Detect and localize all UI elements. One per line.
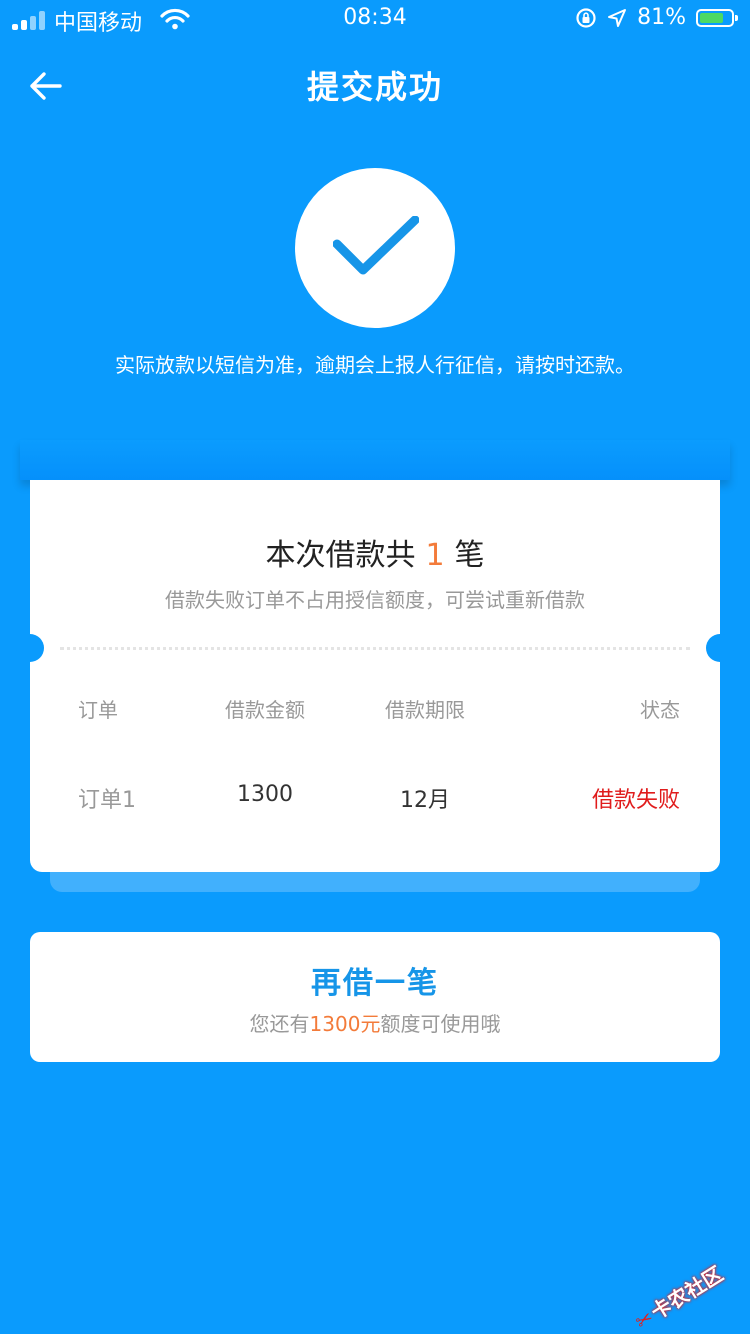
receipt-slot	[20, 440, 730, 480]
status-right: 81%	[575, 5, 738, 30]
header-amount: 借款金额	[225, 698, 305, 722]
check-icon	[333, 216, 419, 275]
header-status: 状态	[640, 698, 680, 722]
rotation-lock-icon	[576, 7, 596, 28]
row-term: 12月	[400, 788, 450, 813]
credit-suffix: 额度可使用哦	[380, 1012, 501, 1036]
nav-bar: 提交成功	[0, 50, 750, 120]
battery-percent: 81%	[637, 5, 686, 30]
ticket-notch-right	[706, 634, 734, 662]
row-status: 借款失败	[591, 788, 680, 813]
row-order: 订单1	[78, 788, 136, 813]
borrow-again-label: 再借一笔	[311, 966, 439, 1001]
watermark-text: 卡农社区	[646, 1261, 728, 1325]
loan-count: 1	[425, 538, 445, 573]
battery-icon	[696, 8, 738, 27]
summary-title-suffix: 笔	[454, 538, 485, 573]
divider	[60, 647, 690, 650]
summary-title-prefix: 本次借款共	[265, 538, 416, 573]
header-term: 借款期限	[385, 698, 465, 722]
borrow-again-button[interactable]: 再借一笔 您还有1300元额度可使用哦	[30, 932, 720, 1062]
remaining-credit-text: 您还有1300元额度可使用哦	[30, 1008, 720, 1037]
credit-amount: 1300元	[309, 1012, 381, 1036]
location-icon	[608, 8, 627, 27]
summary-subtitle: 借款失败订单不占用授信额度，可尝试重新借款	[165, 588, 585, 612]
watermark-logo: ✂卡农社区	[629, 1252, 746, 1334]
page: 中国移动 08:34 81% 提交成功 实际放款以短信为准，逾期会上报人行征信，…	[0, 0, 750, 1334]
header-order: 订单	[78, 698, 118, 722]
page-title: 提交成功	[306, 68, 443, 106]
loan-notice: 实际放款以短信为准，逾期会上报人行征信，请按时还款。	[115, 353, 635, 377]
summary-title: 本次借款共 1 笔	[30, 530, 720, 574]
row-amount: 1300	[237, 782, 293, 807]
ticket-notch-left	[16, 634, 44, 662]
credit-prefix: 您还有	[249, 1012, 310, 1036]
loan-summary-card: 本次借款共 1 笔 借款失败订单不占用授信额度，可尝试重新借款 订单 借款金额 借款…	[16, 480, 734, 872]
status-bar: 中国移动 08:34 81%	[0, 0, 750, 40]
success-badge	[295, 168, 455, 328]
